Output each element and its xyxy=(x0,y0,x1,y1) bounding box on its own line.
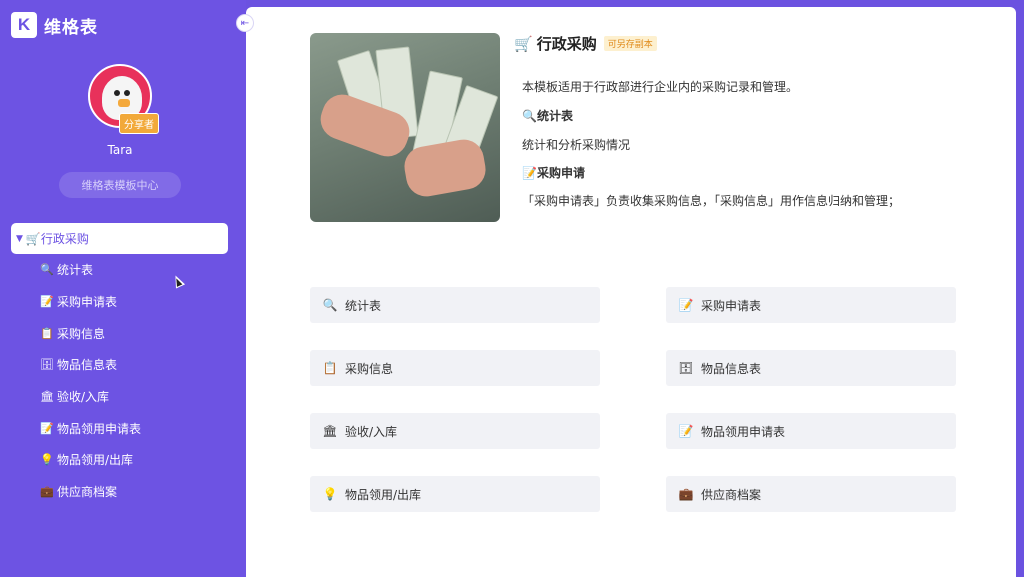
sheet-card[interactable]: 📋 采购信息 xyxy=(310,350,600,386)
sheet-card[interactable]: 📝 物品领用申请表 xyxy=(666,413,956,449)
sidebar-item-label: 物品信息表 xyxy=(57,358,118,373)
hero-image xyxy=(310,33,500,222)
sheet-cards: 🔍 统计表 📝 采购申请表 📋 采购信息 🗄 物品信息表 🏛 验收/入库 📝 物品领用申请表 💡 物品领用… xyxy=(310,287,956,517)
sidebar-item-label: 采购申请表 xyxy=(57,295,118,310)
sidebar-item[interactable]: 📋 采购信息 xyxy=(11,317,228,349)
section-text-procurement: 「采购申请表」负责收集采购信息，「采购信息」用作信息归纳和管理； xyxy=(522,194,901,208)
memo-icon: 📝 xyxy=(40,421,54,435)
sidebar-item[interactable]: 🏛 验收/入库 xyxy=(11,381,228,413)
copy-tag[interactable]: 可另存副本 xyxy=(603,36,657,51)
main-content: 🛒 行政采购 可另存副本 本模板适用于行政部进行企业内的采购记录和管理。 🔍 统计… xyxy=(246,7,1016,577)
sidebar-item-label: 统计表 xyxy=(57,263,94,278)
sidebar-item[interactable]: 🔍 统计表 xyxy=(11,254,228,286)
shopping-cart-icon: 🛒 xyxy=(25,231,41,246)
page-title: 行政采购 xyxy=(536,35,597,53)
section-heading-stats: 🔍统计表 xyxy=(522,109,573,123)
sheet-card[interactable]: 📝 采购申请表 xyxy=(666,287,956,323)
sidebar-item[interactable]: 💡 物品领用/出库 xyxy=(11,444,228,476)
bulb-icon: 💡 xyxy=(40,453,54,467)
sheet-card[interactable]: 🔍 统计表 xyxy=(310,287,600,323)
magnifier-icon: 🔍 xyxy=(322,298,338,312)
sheet-card-label: 采购申请表 xyxy=(701,298,762,313)
sidebar: K 维格表 分享者 Tara 维格表模板中心 ▼ 🛒 行政采购 🔍 统计表 📝 采购申… xyxy=(0,0,246,577)
sidebar-item-label: 供应商档案 xyxy=(57,485,118,500)
magnifier-icon: 🔍 xyxy=(40,263,54,277)
sheet-card-label: 统计表 xyxy=(345,298,382,313)
sheet-card[interactable]: 🏛 验收/入库 xyxy=(310,413,600,449)
sheet-card[interactable]: 🗄 物品信息表 xyxy=(666,350,956,386)
description-text: 本模板适用于行政部进行企业内的采购记录和管理。 xyxy=(522,80,799,94)
clipboard-icon: 📋 xyxy=(322,361,338,375)
sheet-card[interactable]: 💡 物品领用/出库 xyxy=(310,476,600,512)
cabinet-icon: 🗄 xyxy=(678,361,694,375)
clipboard-icon: 📋 xyxy=(40,326,54,340)
sheet-card-label: 物品领用申请表 xyxy=(701,424,786,439)
memo-icon: 📝 xyxy=(678,298,694,312)
briefcase-icon: 💼 xyxy=(678,487,694,501)
collapse-sidebar-icon[interactable]: ⇤ xyxy=(236,14,254,32)
app-logo[interactable]: K 维格表 xyxy=(11,12,98,38)
memo-icon: 📝 xyxy=(40,295,54,309)
sheet-card-label: 物品领用/出库 xyxy=(345,487,422,502)
sheet-card-label: 采购信息 xyxy=(345,361,394,376)
shopping-cart-icon: 🛒 xyxy=(514,34,533,53)
sidebar-item-label: 验收/入库 xyxy=(57,390,110,405)
bank-icon: 🏛 xyxy=(40,390,54,404)
sidebar-item-label: 物品领用申请表 xyxy=(57,421,142,436)
sidebar-item[interactable]: 🗄 物品信息表 xyxy=(11,349,228,381)
logo-mark-icon: K xyxy=(11,12,37,38)
sheet-card[interactable]: 💼 供应商档案 xyxy=(666,476,956,512)
sidebar-item[interactable]: 📝 物品领用申请表 xyxy=(11,412,228,444)
sheet-card-label: 验收/入库 xyxy=(345,424,398,439)
memo-icon: 📝 xyxy=(678,424,694,438)
section-text-stats: 统计和分析采购情况 xyxy=(522,138,631,152)
username: Tara xyxy=(107,143,133,157)
sheet-card-label: 物品信息表 xyxy=(701,361,762,376)
bank-icon: 🏛 xyxy=(322,424,338,438)
template-center-button[interactable]: 维格表模板中心 xyxy=(59,172,181,198)
sidebar-item-label: 采购信息 xyxy=(57,326,106,341)
sidebar-item-label: 物品领用/出库 xyxy=(57,453,134,468)
sheet-card-label: 供应商档案 xyxy=(701,487,762,502)
app-name: 维格表 xyxy=(44,17,98,38)
sidebar-item-label: 行政采购 xyxy=(40,232,89,246)
caret-down-icon[interactable]: ▼ xyxy=(16,234,23,244)
page-title-row: 🛒 行政采购 可另存副本 xyxy=(514,33,657,54)
section-heading-procurement: 📝采购申请 xyxy=(522,166,585,180)
sidebar-item[interactable]: 📝 采购申请表 xyxy=(11,286,228,318)
sharer-badge: 分享者 xyxy=(119,113,159,134)
sidebar-item-admin-procurement[interactable]: ▼ 🛒 行政采购 xyxy=(11,223,228,254)
briefcase-icon: 💼 xyxy=(40,485,54,499)
sidebar-item[interactable]: 💼 供应商档案 xyxy=(11,476,228,508)
cabinet-icon: 🗄 xyxy=(40,358,54,372)
sidebar-nav: ▼ 🛒 行政采购 🔍 统计表 📝 采购申请表 📋 采购信息 🗄 物品信息表 🏛 验收/入库 📝 物品领… xyxy=(11,223,228,508)
bulb-icon: 💡 xyxy=(322,487,338,501)
